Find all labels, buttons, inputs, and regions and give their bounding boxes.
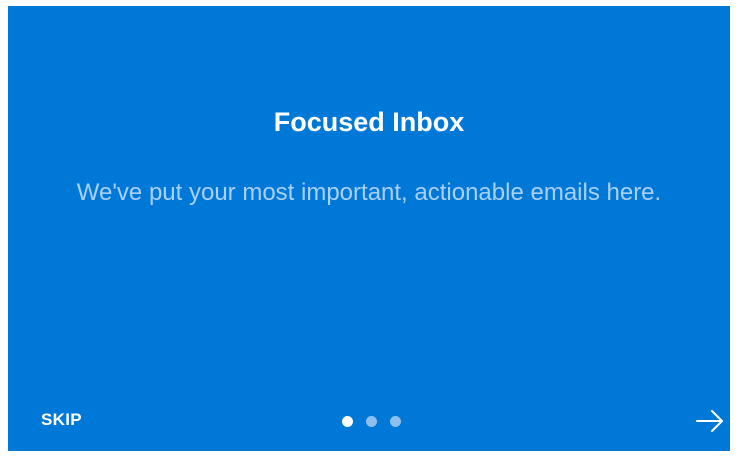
skip-button[interactable]: SKIP [41,410,82,430]
onboarding-description: We've put your most important, actionabl… [76,179,662,206]
arrow-right-icon [696,410,723,432]
next-button[interactable] [694,407,726,435]
page-indicator [342,416,401,427]
page-dot-2[interactable] [366,416,377,427]
page-dot-3[interactable] [390,416,401,427]
page-dot-1[interactable] [342,416,353,427]
onboarding-card: Focused Inbox We've put your most import… [8,6,730,451]
onboarding-title: Focused Inbox [273,107,465,137]
